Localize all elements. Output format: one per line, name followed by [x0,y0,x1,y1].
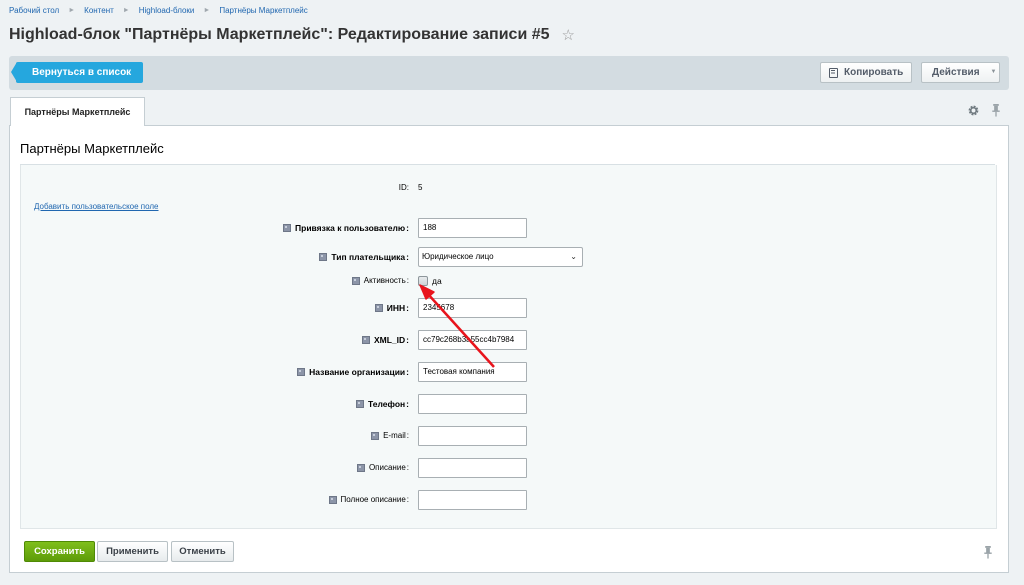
help-icon[interactable] [356,464,365,472]
field-label: Полное описание: [328,490,409,510]
help-icon[interactable] [319,253,328,261]
save-button[interactable]: Сохранить [24,541,95,562]
chevron-down-icon: ⌄ [570,252,577,261]
breadcrumb-item[interactable]: Рабочий стол [9,6,59,15]
form-row-id: ID: 5 [21,178,998,198]
breadcrumb: Рабочий стол ► Контент ► Highload-блоки … [9,6,308,15]
form-row-user: Привязка к пользователю: 188 [21,218,998,238]
cancel-button[interactable]: Отменить [171,541,234,562]
email-input[interactable] [418,426,527,446]
form-row-payer: Тип плательщика: Юридическое лицо ⌄ [21,247,998,267]
breadcrumb-item[interactable]: Партнёры Маркетплейс [219,6,307,15]
breadcrumb-separator-icon: ► [122,7,130,14]
field-label: Телефон: [355,394,409,414]
full-description-input[interactable] [418,490,527,510]
copy-button[interactable]: Копировать [820,62,912,83]
pin-icon[interactable] [983,546,993,559]
form-row-active: Активность: да [21,271,998,291]
field-label: ИНН: [374,298,409,318]
main-panel: Партнёры Маркетплейс Добавить пользовате… [9,126,1009,573]
add-custom-field-link[interactable]: Добавить пользовательское поле [34,202,159,211]
xml-id-input[interactable]: cc79c268b3a55cc4b7984 [418,330,527,350]
form-row-email: E-mail: [21,426,998,446]
field-label: Активность: [351,271,409,291]
field-label: XML_ID: [361,330,409,350]
payer-type-select[interactable]: Юридическое лицо ⌄ [418,247,583,267]
help-icon[interactable] [355,400,364,408]
field-label: Тип плательщика: [319,247,409,267]
tab-bar: Партнёры Маркетплейс [9,96,1009,127]
help-icon[interactable] [297,368,306,376]
help-icon[interactable] [351,277,360,285]
breadcrumb-separator-icon: ► [68,7,76,14]
help-icon[interactable] [371,432,380,440]
star-icon[interactable]: ☆ [562,26,575,44]
help-icon[interactable] [361,336,370,344]
actions-button-label: Действия [932,67,980,78]
pin-icon[interactable] [991,104,1001,117]
field-label-text: Название организации [309,367,406,377]
help-icon[interactable] [328,496,337,504]
edit-form: Добавить пользовательское поле ID: 5 При… [20,165,997,529]
field-label-text: Привязка к пользователю [295,223,406,233]
active-checkbox-label[interactable]: да [432,271,442,291]
field-label: E-mail: [371,426,409,446]
page-title-text: Highload-блок "Партнёры Маркетплейс": Ре… [9,26,550,43]
section-title: Партнёры Маркетплейс [20,141,164,156]
form-row-full-description: Полное описание: [21,490,998,510]
breadcrumb-item[interactable]: Highload-блоки [139,6,195,15]
field-label-text: Полное описание [340,495,406,504]
field-label: Привязка к пользователю: [283,218,409,238]
organization-name-input[interactable]: Тестовая компания [418,362,527,382]
tab-partners[interactable]: Партнёры Маркетплейс [10,97,145,127]
breadcrumb-item[interactable]: Контент [84,6,114,15]
copy-icon [829,67,838,78]
form-row-description: Описание: [21,458,998,478]
field-label-text: Телефон [367,399,406,409]
field-label-text: Описание [368,463,406,472]
actions-button[interactable]: Действия ▼ [921,62,1000,83]
apply-button[interactable]: Применить [97,541,168,562]
field-label-text: Активность [363,276,406,285]
field-label-text: ИНН [386,303,406,313]
form-row-xmlid: XML_ID: cc79c268b3a55cc4b7984 [21,330,998,350]
payer-type-value: Юридическое лицо [422,252,494,261]
field-label-text: Тип плательщика [331,252,406,262]
breadcrumb-separator-icon: ► [203,7,211,14]
field-label-text: XML_ID [373,335,406,345]
gear-icon[interactable] [967,104,980,117]
form-row-org: Название организации: Тестовая компания [21,362,998,382]
field-label: ID: [398,183,409,192]
description-input[interactable] [418,458,527,478]
back-to-list-button[interactable]: Вернуться в список [10,62,144,83]
id-value: 5 [418,183,423,192]
field-label: Название организации: [297,362,409,382]
toolbar: Вернуться в список Копировать Действия ▼ [9,56,1009,90]
field-label: Описание: [356,458,409,478]
copy-button-label: Копировать [844,67,904,78]
help-icon[interactable] [283,224,292,232]
inn-input[interactable]: 2345678 [418,298,527,318]
phone-input[interactable] [418,394,527,414]
help-icon[interactable] [374,304,383,312]
active-checkbox[interactable] [418,276,428,286]
page-title: Highload-блок "Партнёры Маркетплейс": Ре… [9,26,575,44]
form-row-inn: ИНН: 2345678 [21,298,998,318]
user-binding-input[interactable]: 188 [418,218,527,238]
form-row-phone: Телефон: [21,394,998,414]
field-label-text: E-mail [383,431,406,440]
chevron-down-icon: ▼ [990,69,997,75]
